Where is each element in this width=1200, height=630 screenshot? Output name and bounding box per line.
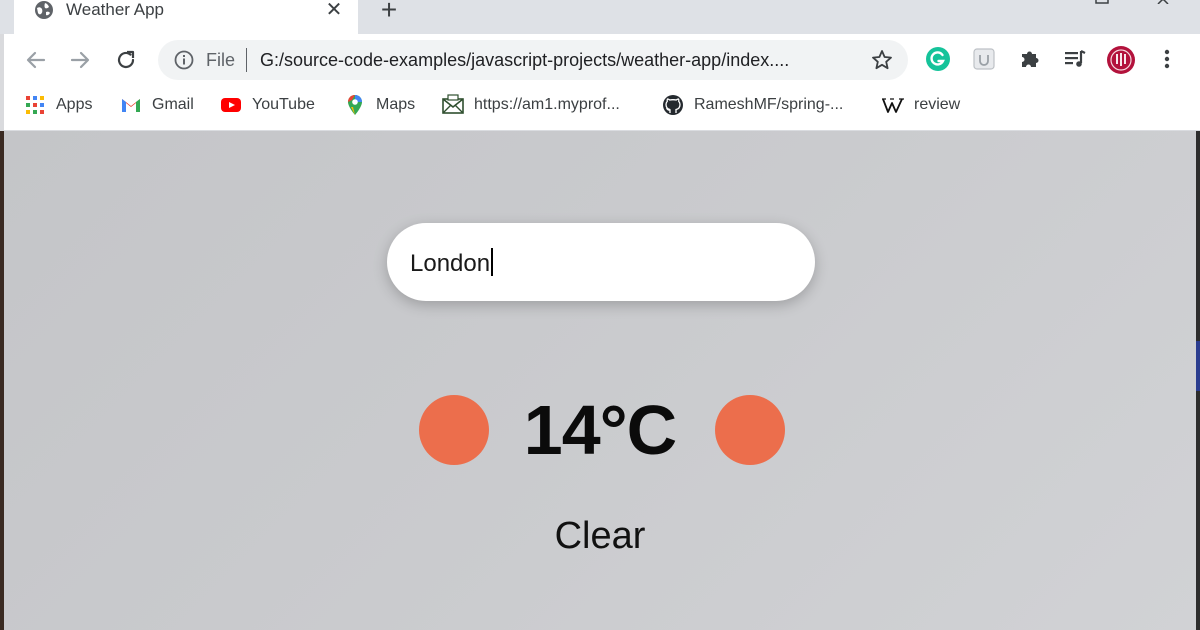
media-queue-icon[interactable]: [1062, 46, 1088, 72]
new-tab-button[interactable]: +: [375, 0, 403, 24]
bookmark-github[interactable]: RameshMF/spring-...: [662, 94, 843, 116]
bookmark-star-icon[interactable]: [870, 48, 894, 72]
city-input-value[interactable]: London: [410, 248, 493, 279]
url-text[interactable]: G:/source-code-examples/javascript-proje…: [260, 50, 789, 70]
puzzle-icon[interactable]: [1017, 46, 1043, 72]
close-icon[interactable]: ✕: [324, 0, 344, 20]
bookmark-label: Gmail: [152, 96, 194, 113]
bookmark-label: Maps: [376, 96, 416, 113]
bookmark-label: review: [914, 96, 961, 113]
sun-icon: [419, 395, 489, 465]
desktop-accent: [1196, 341, 1200, 391]
bookmark-label: https://am1.myprof...: [474, 96, 620, 113]
maps-pin-icon: [348, 95, 362, 115]
bookmark-label: RameshMF/spring-...: [694, 96, 844, 113]
temperature-value: 14°C: [523, 391, 677, 469]
address-bar[interactable]: File G:/source-code-examples/javascript-…: [158, 40, 908, 80]
close-window-icon[interactable]: [1156, 0, 1172, 4]
bookmark-review[interactable]: review: [882, 94, 960, 116]
city-input-text: London: [410, 250, 491, 277]
bookmarks-bar: Apps Gmail YouTube Maps https://am1.mypr…: [4, 86, 1200, 131]
text-caret: [491, 248, 493, 276]
extension-box-icon[interactable]: [971, 46, 997, 72]
bookmark-maps[interactable]: Maps: [344, 94, 415, 116]
info-icon[interactable]: [174, 50, 194, 70]
bookmark-myprofile[interactable]: https://am1.myprof...: [442, 94, 620, 116]
tab-title: Weather App: [66, 0, 164, 19]
bookmark-apps[interactable]: Apps: [24, 94, 92, 116]
forward-icon[interactable]: [66, 46, 94, 74]
github-icon: [663, 95, 683, 115]
bookmark-label: Apps: [56, 96, 93, 113]
browser-window: Weather App ✕ + File G:/source-code-exam…: [0, 0, 1200, 630]
back-icon[interactable]: [22, 46, 50, 74]
gmail-icon: [122, 99, 140, 112]
apps-grid-icon: [26, 96, 44, 114]
profile-avatar-icon[interactable]: [1106, 45, 1136, 75]
bookmark-youtube[interactable]: YouTube: [220, 94, 315, 116]
sun-icon: [715, 395, 785, 465]
bookmark-gmail[interactable]: Gmail: [120, 94, 194, 116]
menu-kebab-icon[interactable]: [1154, 46, 1180, 72]
tab-strip: Weather App ✕ +: [0, 0, 1200, 34]
omnibox-divider: [246, 48, 247, 72]
reload-icon[interactable]: [112, 46, 140, 74]
tab-weather-app[interactable]: Weather App ✕: [14, 0, 358, 34]
bookmark-label: YouTube: [252, 96, 315, 113]
security-label: File: [206, 50, 236, 70]
maximize-icon[interactable]: [1094, 0, 1110, 4]
weather-condition: Clear: [554, 515, 646, 557]
grammarly-icon[interactable]: [925, 46, 951, 72]
globe-icon: [35, 1, 53, 19]
city-search-input[interactable]: London: [387, 223, 815, 301]
desktop-edge-right: [1196, 131, 1200, 630]
envelope-icon: [442, 94, 464, 114]
wikipedia-icon: [882, 98, 904, 113]
youtube-icon: [221, 98, 241, 112]
browser-toolbar: File G:/source-code-examples/javascript-…: [4, 34, 1200, 86]
weather-app-page: London 14°C Clear: [4, 131, 1196, 630]
